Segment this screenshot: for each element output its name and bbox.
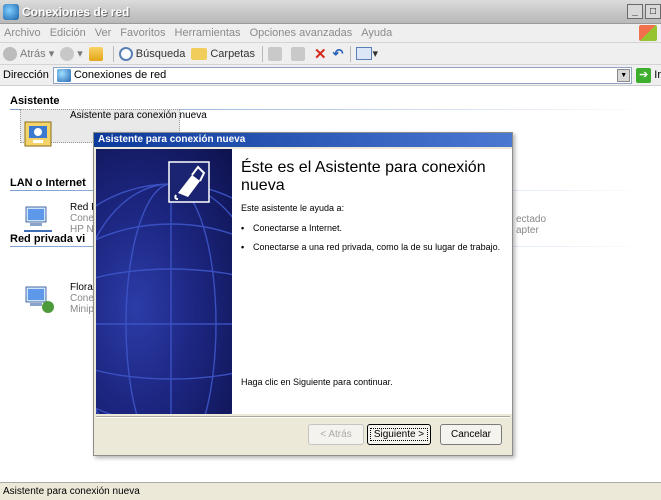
bullet-icon: • — [241, 242, 245, 252]
forward-button[interactable]: ▾ — [60, 46, 83, 61]
copy-to-button[interactable] — [290, 46, 308, 61]
toolbar-separator — [350, 45, 352, 62]
wizard-icon — [24, 121, 52, 147]
search-button[interactable]: Búsqueda — [118, 46, 185, 61]
new-connection-wizard-dialog: Asistente para conexión nueva Éste es el… — [93, 132, 513, 456]
undo-button[interactable]: ↶ — [333, 46, 344, 62]
menu-opciones-avanzadas[interactable]: Opciones avanzadas — [250, 27, 353, 39]
folder-icon — [191, 47, 208, 60]
menu-ayuda[interactable]: Ayuda — [361, 27, 392, 39]
group-header-asistente: Asistente — [10, 95, 60, 107]
folders-button[interactable]: Carpetas — [191, 47, 255, 60]
lan-connection-icon — [24, 206, 52, 232]
address-field[interactable]: Conexiones de red ▼ — [52, 66, 633, 84]
windows-logo-icon — [639, 25, 657, 41]
forward-arrow-icon — [60, 46, 75, 61]
lan-item-adapter-right: apter — [516, 225, 539, 236]
wizard-heading: Éste es el Asistente para conexión nueva — [241, 159, 486, 194]
wizard-item-label: Asistente para conexión nueva — [70, 110, 207, 121]
wizard-intro: Este asistente le ayuda a: — [241, 203, 345, 213]
delete-icon: ✕ — [313, 45, 327, 63]
views-button[interactable]: ▾ — [356, 47, 378, 60]
chevron-down-icon: ▾ — [77, 48, 83, 60]
group-header-lan: LAN o Internet — [10, 177, 86, 189]
title-bar: Conexiones de red _ □ — [0, 0, 661, 24]
address-value: Conexiones de red — [73, 69, 167, 81]
menu-favoritos[interactable]: Favoritos — [120, 27, 165, 39]
back-arrow-icon — [3, 46, 17, 61]
next-wizard-button[interactable]: Siguiente > — [367, 424, 431, 445]
network-connections-icon — [56, 68, 71, 82]
undo-icon: ↶ — [332, 45, 344, 61]
network-connections-icon — [3, 4, 19, 20]
up-folder-icon — [88, 46, 103, 61]
address-bar: Dirección Conexiones de red ▼ ➔ Ir — [0, 65, 661, 86]
delete-button[interactable]: ✕ — [314, 45, 327, 63]
up-folder-button[interactable] — [88, 46, 106, 61]
dialog-divider — [96, 416, 510, 418]
wizard-bullet: • Conectarse a una red privada, como la … — [241, 242, 501, 252]
wizard-bullet: • Conectarse a Internet. — [241, 223, 343, 233]
back-button[interactable]: Atrás ▾ — [3, 46, 55, 61]
address-dropdown-button[interactable]: ▼ — [617, 68, 631, 82]
move-to-icon — [267, 46, 282, 61]
network-cable-icon — [168, 161, 210, 203]
menu-ver[interactable]: Ver — [95, 27, 112, 39]
address-label: Dirección — [3, 69, 49, 81]
copy-to-icon — [290, 46, 305, 61]
group-header-vpn: Red privada vi — [10, 233, 86, 245]
views-icon — [356, 47, 373, 60]
chevron-down-icon: ▾ — [45, 48, 55, 60]
maximize-button[interactable]: □ — [645, 4, 661, 19]
toolbar-separator — [112, 45, 114, 62]
go-arrow-icon: ➔ — [636, 67, 652, 83]
menu-bar: Archivo Edición Ver Favoritos Herramient… — [0, 24, 661, 43]
globe-graphic — [96, 183, 232, 414]
menu-archivo[interactable]: Archivo — [4, 27, 41, 39]
menu-edicion[interactable]: Edición — [50, 27, 86, 39]
back-wizard-button[interactable]: < Atrás — [308, 424, 364, 445]
minimize-button[interactable]: _ — [627, 4, 643, 19]
wizard-banner — [96, 149, 232, 414]
window-title: Conexiones de red — [22, 5, 130, 19]
status-bar: Asistente para conexión nueva — [0, 482, 661, 500]
window-controls: _ □ — [627, 4, 661, 19]
toolbar: Atrás ▾ ▾ Búsqueda Carpetas ✕ ↶ ▾ — [0, 43, 661, 65]
wizard-continue-hint: Haga clic en Siguiente para continuar. — [241, 377, 393, 387]
lan-item-status-right: ectado — [516, 214, 547, 225]
go-button[interactable]: ➔ Ir — [636, 67, 661, 83]
move-to-button[interactable] — [267, 46, 285, 61]
wizard-content-pane: Éste es el Asistente para conexión nueva… — [232, 149, 512, 414]
toolbar-separator — [261, 45, 263, 62]
cancel-wizard-button[interactable]: Cancelar — [440, 424, 502, 445]
dialog-title: Asistente para conexión nueva — [94, 133, 512, 147]
bullet-icon: • — [241, 223, 245, 233]
search-icon — [118, 46, 133, 61]
vpn-connection-icon — [25, 286, 54, 313]
chevron-down-icon: ▾ — [372, 48, 378, 60]
menu-herramientas[interactable]: Herramientas — [175, 27, 241, 39]
